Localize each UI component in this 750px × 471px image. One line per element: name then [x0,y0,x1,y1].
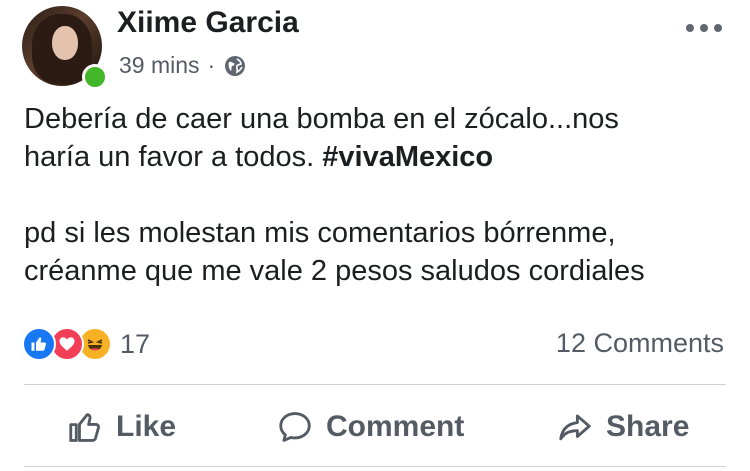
author-avatar[interactable] [22,6,108,90]
author-name[interactable]: Xiime Garcia [117,6,299,40]
reaction-count[interactable]: 17 [120,329,150,360]
like-button[interactable]: Like [66,392,176,462]
comment-button-label: Comment [326,410,465,443]
post-text-line-3: pd si les molestan mis comentarios bórre… [24,217,616,249]
meta-separator: · [207,52,216,78]
post-text-line-2: haría un favor a todos. #vivaMexico [24,138,736,176]
online-status-dot [82,64,108,90]
more-options-icon[interactable] [686,22,722,34]
post-text-line-2-body: haría un favor a todos. [24,141,323,173]
thumbs-up-icon [69,413,100,442]
post-text-line-4: créanme que me vale 2 pesos saludos cord… [24,255,645,287]
like-button-label: Like [116,410,177,443]
globe-icon[interactable] [223,54,247,78]
share-button[interactable]: Share [556,392,689,462]
post-text: Debería de caer una bomba en el zócalo..… [24,100,736,290]
comment-button[interactable]: Comment [276,392,464,462]
reactions-summary[interactable]: 17 [22,327,150,361]
divider-top [24,384,726,385]
hashtag-link[interactable]: #vivaMexico [322,141,493,173]
like-reaction-icon [22,327,56,361]
share-button-label: Share [606,410,690,443]
action-bar: Like Comment Share [24,392,726,462]
post-meta: 39 mins · [119,52,247,79]
facebook-post: Xiime Garcia 39 mins · Debería de caer u… [0,0,750,471]
post-timestamp[interactable]: 39 mins [119,52,200,79]
post-text-line-1: Debería de caer una bomba en el zócalo..… [24,103,619,135]
divider-bottom [24,466,726,467]
share-arrow-icon [559,414,591,441]
comments-count[interactable]: 12 Comments [556,328,724,359]
comment-bubble-icon [279,412,311,442]
